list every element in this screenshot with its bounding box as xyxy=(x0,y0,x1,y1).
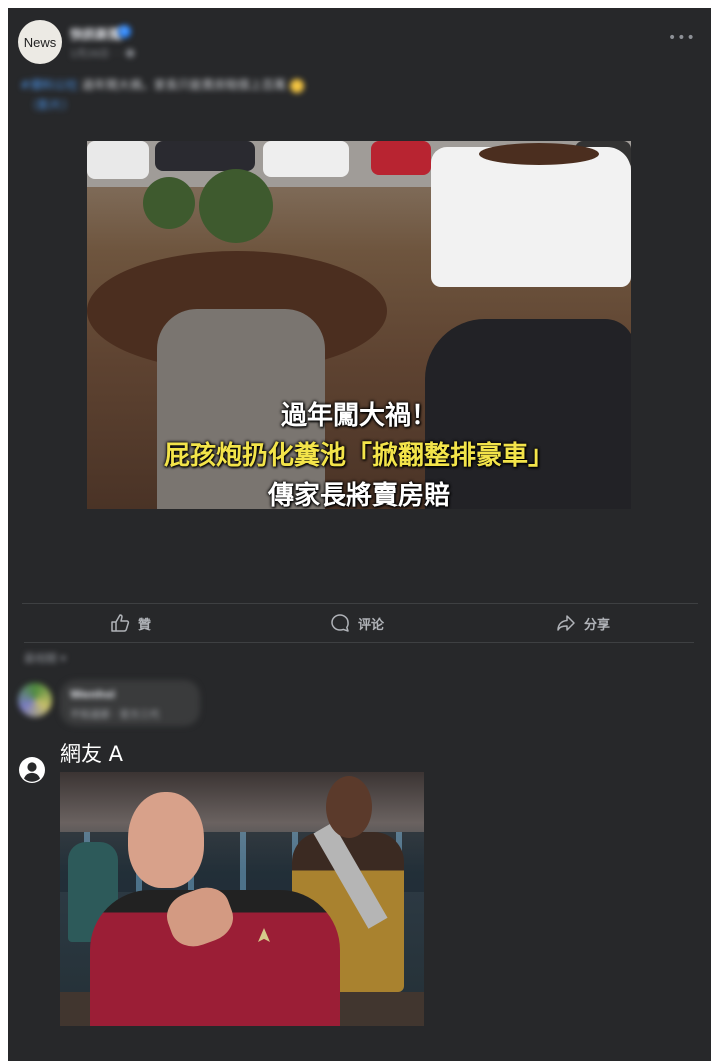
share-button[interactable]: 分享 xyxy=(556,612,610,634)
like-button[interactable]: 贊 xyxy=(110,612,151,634)
page-avatar[interactable]: News xyxy=(18,20,62,64)
post-timestamp[interactable]: 1月26日 · · ☻ xyxy=(70,45,135,60)
captain-head xyxy=(128,792,204,888)
shrub-shape xyxy=(143,177,195,229)
like-label: 贊 xyxy=(138,617,152,633)
post-text-link-line[interactable]: （影片） xyxy=(26,96,74,113)
share-label: 分享 xyxy=(584,617,611,633)
verified-icon: ✓ xyxy=(118,25,131,38)
comment-label: 评论 xyxy=(358,617,385,633)
like-icon xyxy=(111,614,130,632)
page-avatar-label: News xyxy=(23,34,57,50)
image-caption-line2: 屁孩炮扔化糞池「掀翻整排豪車」 xyxy=(163,441,554,471)
car-shape xyxy=(263,141,349,177)
more-icon[interactable]: ••• xyxy=(668,31,695,45)
divider xyxy=(24,642,694,643)
share-icon xyxy=(557,615,575,631)
car-shape xyxy=(87,141,149,179)
image-caption-line3: 傳家長將賣房賠 xyxy=(267,481,450,509)
post-text-body: 過年鬧大禍，家長只能賣房賠償上百萬 xyxy=(78,78,290,92)
comment-text: 不知道那 · 官方三代 xyxy=(70,710,160,721)
comment-icon xyxy=(331,614,349,632)
post-hashtag-link[interactable]: #爆料公社 xyxy=(20,78,78,92)
mud-shape xyxy=(479,143,599,165)
page-name[interactable]: 快訊新聞 xyxy=(70,24,122,43)
divider xyxy=(22,603,698,604)
comment-author[interactable]: Wenhsi xyxy=(70,688,115,701)
emoji-icon xyxy=(289,78,304,93)
car-shape xyxy=(371,141,431,175)
news-photo[interactable]: 過年闖大禍！ 屁孩炮扔化糞池「掀翻整排豪車」 傳家長將賣房賠 xyxy=(87,141,631,509)
comment-author[interactable]: 網友 A xyxy=(60,738,123,768)
suv-shape xyxy=(431,147,631,287)
car-shape xyxy=(155,141,255,171)
meme-image[interactable] xyxy=(60,772,424,1026)
post-text: #爆料公社 過年鬧大禍，家長只能賣房賠償上百萬 xyxy=(20,76,304,93)
image-caption-line1: 過年闖大禍！ xyxy=(280,401,437,431)
comment-button[interactable]: 评论 xyxy=(330,612,384,634)
comment-sort-dropdown[interactable]: 最相關 ▾ xyxy=(24,650,66,666)
officer-head xyxy=(326,776,372,838)
user-icon[interactable] xyxy=(19,757,45,783)
shrub-shape xyxy=(199,169,273,243)
avatar[interactable] xyxy=(18,683,52,717)
